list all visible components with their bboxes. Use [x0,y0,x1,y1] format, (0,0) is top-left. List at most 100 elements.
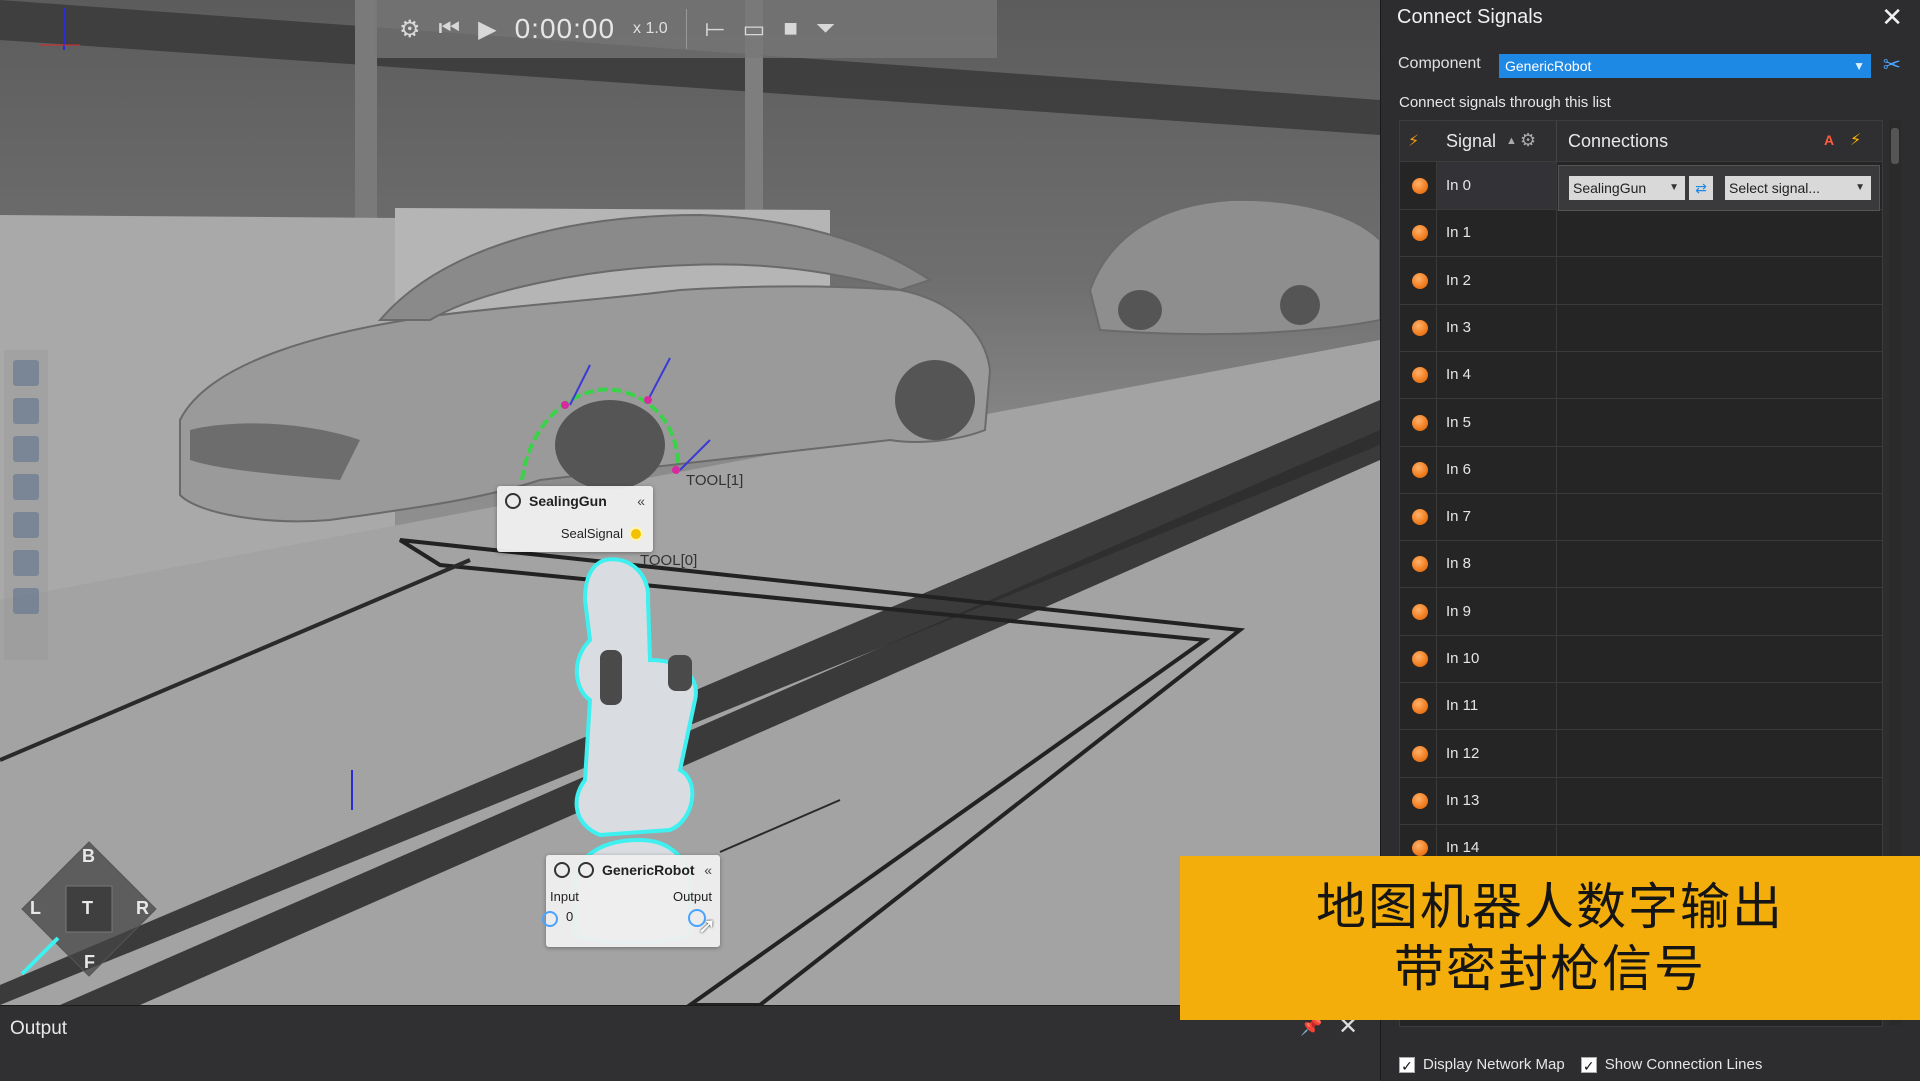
collapse-icon[interactable]: « [637,493,645,509]
signal-row[interactable]: In 7 [1400,493,1882,542]
signal-dot-icon [1412,272,1428,289]
signal-dot-icon [1412,414,1428,431]
snap-tool-icon[interactable] [13,550,39,576]
signal-row[interactable]: In 9 [1400,587,1882,636]
column-divider [1436,540,1437,588]
panel-title: Connect Signals [1397,6,1543,28]
connection-component-value: SealingGun [1573,180,1647,196]
signal-type-icon[interactable]: ⚡ [1408,131,1419,151]
checkbox-checked-icon[interactable]: ✓ [1580,1056,1597,1074]
signal-row[interactable]: In 11 [1400,682,1882,731]
nav-cube-left[interactable]: L [30,898,41,919]
sim-speed[interactable]: x 1.0 [633,20,668,38]
column-divider [1556,351,1557,399]
generic-robot-node[interactable]: GenericRobot « Input Output 0 ➚ [542,855,720,947]
settings-icon[interactable]: ⚙ [399,15,421,44]
sort-asc-icon[interactable]: ▲ [1506,135,1517,147]
close-icon[interactable]: ✕ [1881,2,1903,33]
connection-editor[interactable]: SealingGun ▼ ⇄ Select signal... ▼ [1558,165,1880,211]
column-divider [1556,776,1557,824]
rewind-icon[interactable]: ⏮ [439,15,461,43]
signal-name: In 10 [1446,650,1480,667]
chevron-down-icon: ▼ [1853,59,1865,73]
signal-dot-icon [1412,745,1428,762]
filter-icon[interactable]: ⏷ [816,15,835,43]
column-signal[interactable]: Signal [1446,131,1496,152]
signal-name: In 0 [1446,177,1472,194]
display-network-map-option[interactable]: ✓ Display Network Map [1399,1056,1565,1074]
signal-name: In 4 [1446,366,1472,384]
toolbar-divider [685,9,687,49]
signal-name: In 14 [1446,839,1480,857]
frame-tool-icon[interactable] [13,398,39,424]
signal-row[interactable]: In 3 [1400,303,1882,352]
column-divider [1556,303,1557,351]
lightning-icon[interactable]: ⚡ [1850,130,1861,150]
select-tool-icon[interactable] [13,360,39,386]
pick-component-icon[interactable]: ✂ [1879,52,1905,78]
column-divider [1436,351,1437,399]
sealing-gun-node[interactable]: SealingGun « SealSignal [497,486,653,552]
signal-dot-icon [1412,792,1428,809]
speed-slider-icon[interactable]: ⟝ [705,15,725,43]
document-icon[interactable]: ▭ [743,15,766,44]
auto-connect-icon[interactable]: A [1824,132,1834,148]
scrollbar-thumb[interactable] [1891,128,1899,164]
grid-tool-icon[interactable] [13,436,39,462]
signal-row[interactable]: In 1 [1400,209,1882,258]
nav-cube-front[interactable]: F [84,952,95,973]
play-icon[interactable]: ▶ [478,15,496,44]
signal-dot-icon [1412,603,1428,620]
node-header[interactable]: GenericRobot « [546,855,720,885]
output-title: Output [10,1018,68,1039]
signal-dot-icon [1412,698,1428,715]
nav-cube-right[interactable]: R [136,898,149,919]
signal-dot-icon [1412,840,1428,857]
column-divider [1556,209,1557,257]
signal-port-icon[interactable] [629,526,643,541]
signal-row[interactable]: In 6 [1400,445,1882,494]
component-select[interactable]: GenericRobot ▼ [1499,54,1871,78]
signal-name: In 8 [1446,555,1472,573]
input-label: Input [550,889,579,904]
collapse-icon[interactable]: « [704,862,712,878]
signal-name: In 6 [1446,460,1472,478]
signal-row[interactable]: In 13 [1400,776,1882,825]
connection-component-select[interactable]: SealingGun ▼ [1569,176,1685,200]
connection-signal-select[interactable]: Select signal... ▼ [1725,176,1871,200]
node-header[interactable]: SealingGun « [497,486,653,516]
output-panel: Output 📌 ✕ [0,1005,1380,1081]
signal-row[interactable]: In 5 [1400,398,1882,447]
cube-tool-icon[interactable] [13,474,39,500]
caption-line-1: 地图机器人数字输出 [1316,878,1784,936]
checkbox-checked-icon[interactable]: ✓ [1399,1056,1415,1074]
signal-row[interactable]: In 8 [1400,540,1882,589]
navigation-cube[interactable]: B T L R F [18,838,160,980]
measure-tool-icon[interactable] [13,512,39,538]
component-icon [554,862,570,878]
nav-cube-back[interactable]: B [82,846,95,867]
camera-icon[interactable]: ■ [783,15,798,43]
table-header: ⚡ Signal ▲ ⚙ Connections A ⚡ [1400,121,1882,162]
sim-time: 0:00:00 [514,13,616,44]
3d-viewport[interactable]: TOOL[1] TOOL[0] ⚙ ⏮ ▶ 0:00:00 x 1.0 ⟝ ▭ … [0,0,1380,1005]
show-connection-lines-option[interactable]: ✓ Show Connection Lines [1580,1056,1762,1074]
signal-name: In 7 [1446,508,1472,526]
nav-cube-top[interactable]: T [82,898,93,919]
render-mode-icon[interactable] [13,588,39,614]
column-divider [1556,121,1557,161]
seal-signal-port[interactable]: SealSignal [561,526,643,541]
gear-icon[interactable]: ⚙ [1520,130,1536,151]
caption-line-2: 带密封枪信号 [1394,940,1706,998]
input-port-icon[interactable] [542,911,558,927]
signal-row[interactable]: In 12 [1400,729,1882,778]
signal-dot-icon [1412,367,1428,384]
signal-row[interactable]: In 10 [1400,635,1882,683]
column-divider [1436,303,1437,351]
signal-row[interactable]: In 4 [1400,351,1882,400]
swap-icon[interactable]: ⇄ [1689,176,1713,200]
column-divider [1436,445,1437,493]
input-port-value[interactable]: 0 [566,909,573,924]
column-divider [1556,587,1557,635]
signal-row[interactable]: In 2 [1400,256,1882,305]
